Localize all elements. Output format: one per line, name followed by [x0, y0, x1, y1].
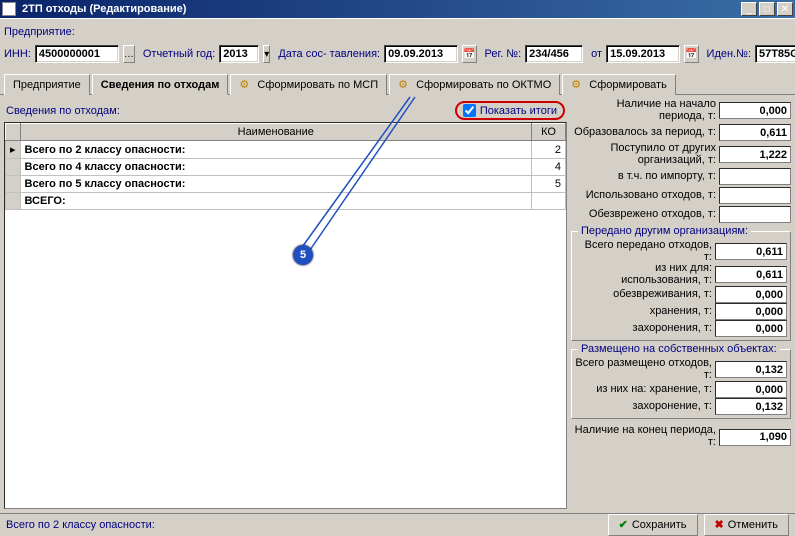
year-label: Отчетный год:: [143, 48, 215, 60]
grid-wrap: Наименование КО ▸ Всего по 2 классу опас…: [4, 122, 567, 509]
maximize-button[interactable]: □: [759, 2, 775, 16]
neutralized-field[interactable]: [719, 206, 791, 223]
import-label: в т.ч. по импорту, т:: [571, 171, 719, 183]
date-label: Дата сос- тавления:: [278, 49, 380, 60]
ot-label: от: [591, 48, 602, 60]
g1-bury-field[interactable]: [715, 320, 787, 337]
tab-form-msp[interactable]: ⚙Сформировать по МСП: [230, 74, 387, 95]
g1-store-label: хранения, т:: [575, 306, 715, 318]
close-button[interactable]: ✕: [777, 2, 793, 16]
reg-field[interactable]: [525, 45, 583, 63]
group-transferred: Передано другим организациям: Всего пере…: [571, 231, 791, 341]
g2-store-field[interactable]: [715, 381, 787, 398]
iden-label: Иден.№:: [707, 48, 751, 60]
col-marker: [6, 124, 21, 141]
g1-total-field[interactable]: [715, 243, 787, 260]
col-ko[interactable]: КО: [532, 124, 566, 141]
g1-bury-label: захоронения, т:: [575, 323, 715, 335]
right-column: Наличие на начало периода, т: Образовало…: [571, 99, 791, 509]
g2-total-label: Всего размещено отходов, т:: [575, 358, 715, 381]
inn-lookup-button[interactable]: …: [123, 45, 135, 63]
table-row[interactable]: ▸ Всего по 2 классу опасности: 2: [6, 141, 566, 159]
balance-end-label: Наличие на конец периода, т:: [571, 425, 719, 448]
main-area: Сведения по отходам: Показать итоги Наим…: [0, 95, 795, 513]
year-spin[interactable]: ▾: [263, 45, 270, 63]
enterprise-label: Предприятие:: [4, 26, 75, 38]
formed-label: Образовалось за период, т:: [571, 127, 719, 139]
g1-store-field[interactable]: [715, 303, 787, 320]
callout-badge: 5: [293, 245, 313, 265]
footer: Всего по 2 классу опасности: ✔Сохранить …: [0, 513, 795, 535]
received-field[interactable]: [719, 146, 791, 163]
left-column: Сведения по отходам: Показать итоги Наим…: [4, 99, 567, 509]
g1-use-field[interactable]: [715, 266, 787, 283]
gear-icon: ⚙: [239, 78, 253, 92]
g1-total-label: Всего передано отходов, т:: [575, 240, 715, 263]
save-button[interactable]: ✔Сохранить: [608, 514, 698, 536]
x-icon: ✖: [715, 518, 724, 531]
header-toolbar: Предприятие: ИНН: … Отчетный год: ▾ Дата…: [0, 18, 795, 69]
title-bar: 2ТП отходы (Редактирование) _ □ ✕: [0, 0, 795, 18]
balance-end-field[interactable]: [719, 429, 791, 446]
used-label: Использовано отходов, т:: [571, 190, 719, 202]
group-own-objects: Размещено на собственных объектах: Всего…: [571, 349, 791, 419]
g2-bury-label: захоронение, т:: [575, 401, 715, 413]
show-totals-label: Показать итоги: [480, 105, 557, 117]
ot-date-field[interactable]: [606, 45, 680, 63]
check-icon: ✔: [619, 518, 628, 531]
app-icon: [2, 2, 16, 16]
window-title: 2ТП отходы (Редактирование): [18, 3, 739, 15]
col-name[interactable]: Наименование: [20, 124, 531, 141]
tab-enterprise[interactable]: Предприятие: [4, 74, 90, 95]
received-label: Поступило от других организаций, т:: [571, 143, 719, 166]
g2-total-field[interactable]: [715, 361, 787, 378]
tab-waste-info[interactable]: Сведения по отходам: [92, 74, 229, 95]
g1-use-label: из них для: использования, т:: [575, 263, 715, 286]
row-marker: ▸: [6, 141, 21, 159]
reg-label: Рег. №:: [485, 48, 522, 60]
g2-store-label: из них на: хранение, т:: [575, 384, 715, 396]
table-row[interactable]: ВСЕГО:: [6, 193, 566, 210]
g1-neut-field[interactable]: [715, 286, 787, 303]
used-field[interactable]: [719, 187, 791, 204]
formed-field[interactable]: [719, 124, 791, 141]
year-field[interactable]: [219, 45, 259, 63]
date-picker-button[interactable]: 📅: [462, 45, 476, 63]
g2-bury-field[interactable]: [715, 398, 787, 415]
tab-row: Предприятие Сведения по отходам ⚙Сформир…: [0, 69, 795, 95]
inn-label: ИНН:: [4, 48, 31, 60]
balance-start-label: Наличие на начало периода, т:: [571, 99, 719, 122]
status-text: Всего по 2 классу опасности:: [6, 519, 602, 531]
gear-icon: ⚙: [398, 78, 412, 92]
show-totals-wrap: Показать итоги: [455, 101, 565, 120]
show-totals-checkbox[interactable]: [463, 104, 476, 117]
gear-icon: ⚙: [571, 78, 585, 92]
ot-date-picker-button[interactable]: 📅: [684, 45, 698, 63]
grid-subheader: Сведения по отходам:: [6, 105, 120, 117]
inn-field[interactable]: [35, 45, 119, 63]
cancel-button[interactable]: ✖Отменить: [704, 514, 789, 536]
neutralized-label: Обезврежено отходов, т:: [571, 209, 719, 221]
date-field[interactable]: [384, 45, 458, 63]
table-row[interactable]: Всего по 5 классу опасности:5: [6, 176, 566, 193]
balance-start-field[interactable]: [719, 102, 791, 119]
import-field[interactable]: [719, 168, 791, 185]
group-own-legend: Размещено на собственных объектах:: [578, 343, 780, 355]
g1-neut-label: обезвреживания, т:: [575, 289, 715, 301]
waste-table: Наименование КО ▸ Всего по 2 классу опас…: [5, 123, 566, 210]
tab-form[interactable]: ⚙Сформировать: [562, 74, 676, 95]
group-transferred-legend: Передано другим организациям:: [578, 225, 751, 237]
table-row[interactable]: Всего по 4 классу опасности:4: [6, 159, 566, 176]
minimize-button[interactable]: _: [741, 2, 757, 16]
grid-subheader-row: Сведения по отходам: Показать итоги: [4, 99, 567, 122]
tab-form-oktmo[interactable]: ⚙Сформировать по ОКТМО: [389, 74, 560, 95]
iden-field[interactable]: [755, 45, 795, 63]
